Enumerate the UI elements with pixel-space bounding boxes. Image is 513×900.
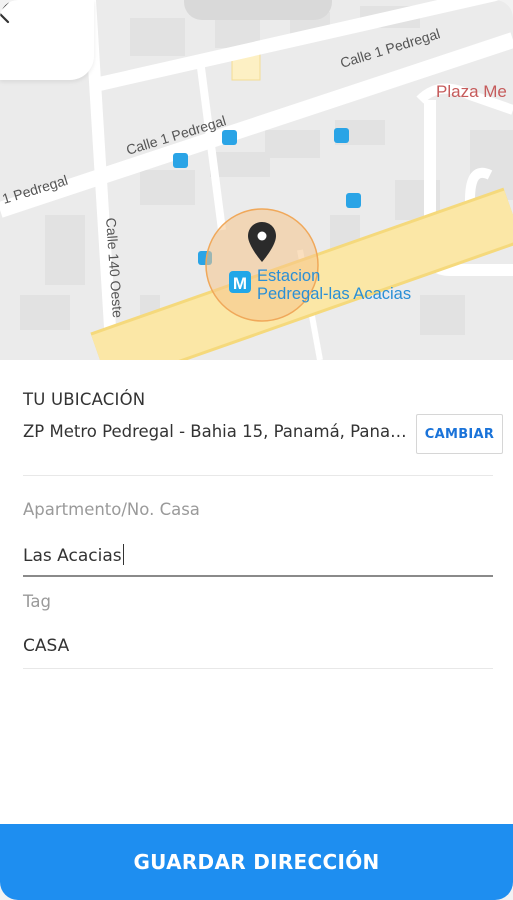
chevron-left-icon	[0, 0, 10, 24]
station-label: Estacion	[257, 267, 320, 285]
map-view[interactable]: Calle 1 Pedregal Calle 1 Pedregal 1 Pedr…	[0, 0, 513, 360]
location-label: TU UBICACIÓN	[23, 390, 146, 409]
address-form: TU UBICACIÓN ZP Metro Pedregal - Bahia 1…	[0, 360, 513, 824]
tag-input[interactable]: CASA	[23, 636, 69, 656]
app-screen: Calle 1 Pedregal Calle 1 Pedregal 1 Pedr…	[0, 0, 513, 900]
svg-text:M: M	[233, 274, 247, 293]
tag-label: Tag	[23, 592, 51, 611]
apartment-input-value: Las Acacias	[23, 546, 122, 566]
apartment-label: Apartmento/No. Casa	[23, 500, 200, 519]
station-label: Pedregal-las Acacias	[257, 285, 411, 303]
divider	[23, 475, 493, 476]
back-button[interactable]	[0, 0, 94, 80]
change-location-button[interactable]: CAMBIAR	[416, 414, 503, 454]
place-label: Plaza Me	[436, 82, 507, 101]
location-address: ZP Metro Pedregal - Bahia 15, Panamá, Pa…	[23, 422, 411, 441]
apartment-input-underline	[23, 575, 493, 577]
tag-input-underline	[23, 668, 493, 669]
save-address-button[interactable]: GUARDAR DIRECCIÓN	[0, 824, 513, 900]
apartment-input[interactable]: Las Acacias	[23, 544, 125, 566]
text-caret	[122, 544, 125, 565]
drag-handle	[184, 0, 332, 20]
